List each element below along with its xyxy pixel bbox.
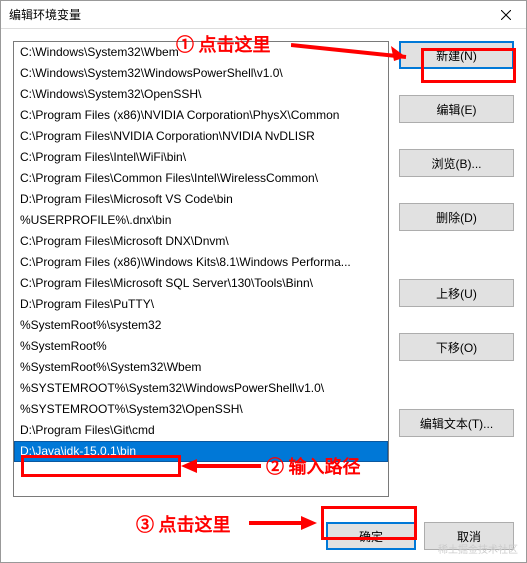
delete-button[interactable]: 删除(D) xyxy=(399,203,514,231)
close-icon xyxy=(501,10,511,20)
browse-button[interactable]: 浏览(B)... xyxy=(399,149,514,177)
titlebar: 编辑环境变量 xyxy=(1,1,526,29)
moveup-button[interactable]: 上移(U) xyxy=(399,279,514,307)
movedown-button[interactable]: 下移(O) xyxy=(399,333,514,361)
ok-button[interactable]: 确定 xyxy=(326,522,416,550)
path-list-item[interactable]: C:\Program Files\Microsoft DNX\Dnvm\ xyxy=(14,231,388,252)
path-list-item[interactable]: D:\Java\jdk-15.0.1\bin xyxy=(14,441,388,462)
path-listbox[interactable]: C:\Windows\System32\WbemC:\Windows\Syste… xyxy=(13,41,389,497)
cancel-button[interactable]: 取消 xyxy=(424,522,514,550)
path-list-item[interactable]: C:\Windows\System32\Wbem xyxy=(14,42,388,63)
path-list-item[interactable]: %SystemRoot%\system32 xyxy=(14,315,388,336)
edit-button[interactable]: 编辑(E) xyxy=(399,95,514,123)
path-list-item[interactable]: D:\Program Files\Microsoft VS Code\bin xyxy=(14,189,388,210)
path-list-item[interactable]: C:\Windows\System32\WindowsPowerShell\v1… xyxy=(14,63,388,84)
path-list-item[interactable]: %SYSTEMROOT%\System32\WindowsPowerShell\… xyxy=(14,378,388,399)
path-list-item[interactable]: C:\Windows\System32\OpenSSH\ xyxy=(14,84,388,105)
side-button-column: 新建(N) 编辑(E) 浏览(B)... 删除(D) 上移(U) 下移(O) 编… xyxy=(399,41,514,497)
footer-buttons: 确定 取消 xyxy=(326,522,514,550)
path-list-item[interactable]: %SYSTEMROOT%\System32\OpenSSH\ xyxy=(14,399,388,420)
annotation-step3: ③ 点击这里 xyxy=(136,511,231,537)
dialog-body: C:\Windows\System32\WbemC:\Windows\Syste… xyxy=(1,29,526,509)
path-list-item[interactable]: C:\Program Files\Common Files\Intel\Wire… xyxy=(14,168,388,189)
path-list-item[interactable]: C:\Program Files\Intel\WiFi\bin\ xyxy=(14,147,388,168)
path-list-item[interactable]: C:\Program Files\Microsoft SQL Server\13… xyxy=(14,273,388,294)
path-list-item[interactable]: C:\Program Files (x86)\Windows Kits\8.1\… xyxy=(14,252,388,273)
close-button[interactable] xyxy=(486,1,526,29)
edittext-button[interactable]: 编辑文本(T)... xyxy=(399,409,514,437)
path-list-item[interactable]: D:\Program Files\PuTTY\ xyxy=(14,294,388,315)
path-list-item[interactable]: C:\Program Files (x86)\NVIDIA Corporatio… xyxy=(14,105,388,126)
path-list-item[interactable]: D:\Program Files\Git\cmd xyxy=(14,420,388,441)
path-list-item[interactable]: %SystemRoot%\System32\Wbem xyxy=(14,357,388,378)
path-list-item[interactable]: %SystemRoot% xyxy=(14,336,388,357)
window-title: 编辑环境变量 xyxy=(9,6,81,23)
arrow-step3 xyxy=(249,513,319,533)
new-button[interactable]: 新建(N) xyxy=(399,41,514,69)
path-list-item[interactable]: %USERPROFILE%\.dnx\bin xyxy=(14,210,388,231)
env-var-dialog: 编辑环境变量 C:\Windows\System32\WbemC:\Window… xyxy=(0,0,527,563)
path-list-item[interactable]: C:\Program Files\NVIDIA Corporation\NVID… xyxy=(14,126,388,147)
